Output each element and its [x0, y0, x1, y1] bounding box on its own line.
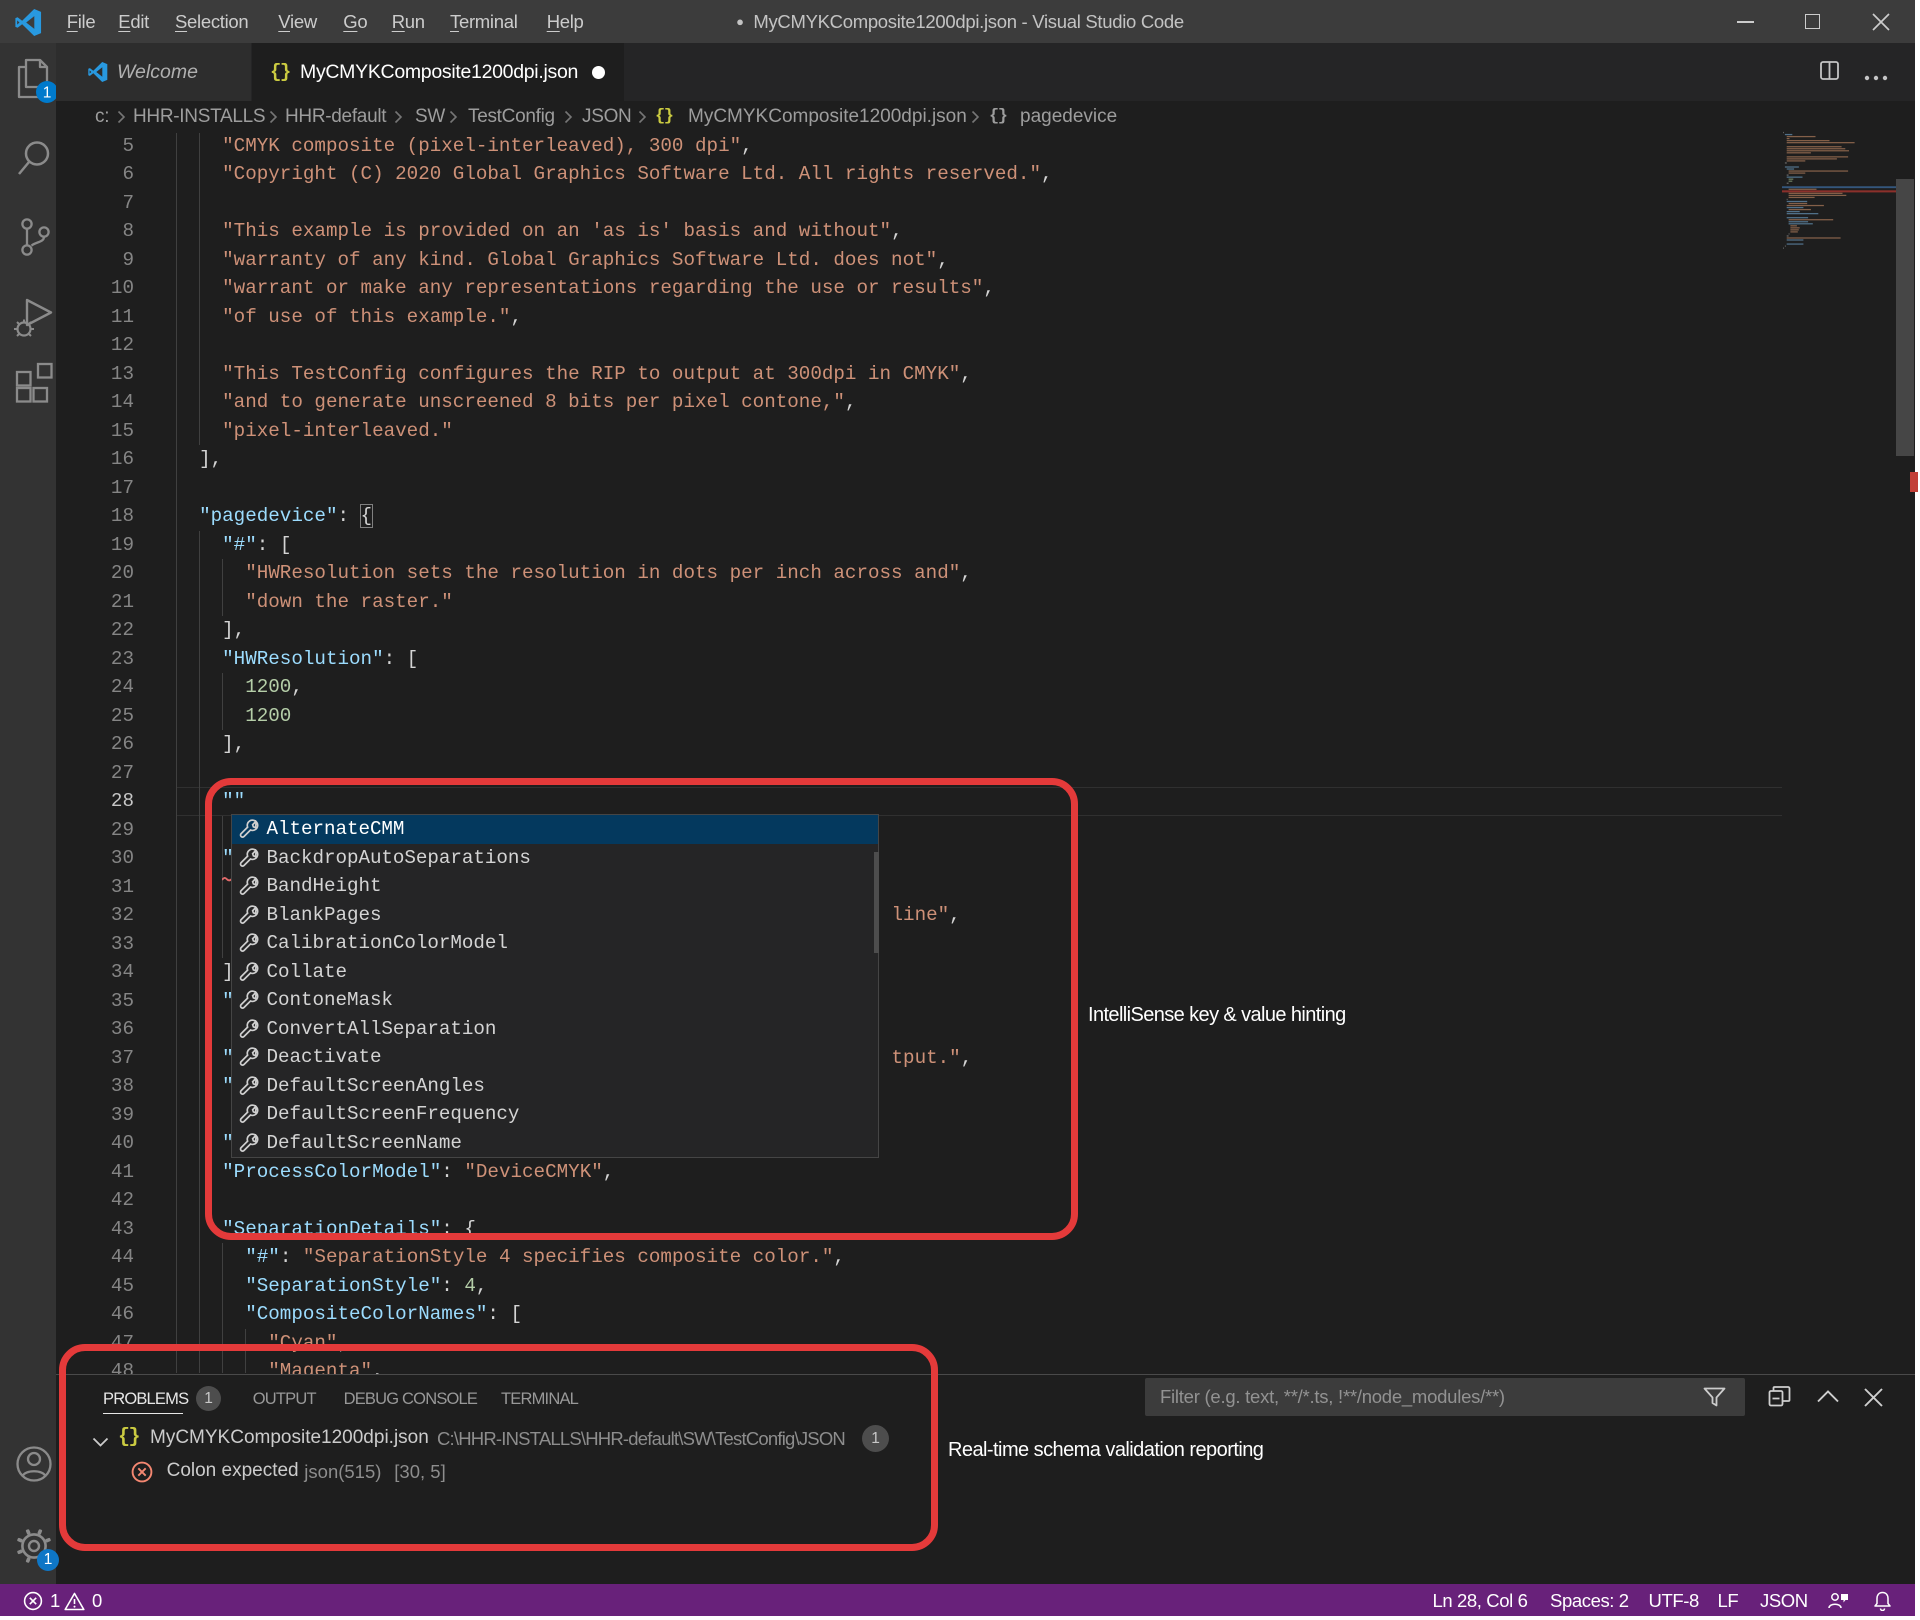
svg-text:1: 1 — [43, 85, 52, 102]
